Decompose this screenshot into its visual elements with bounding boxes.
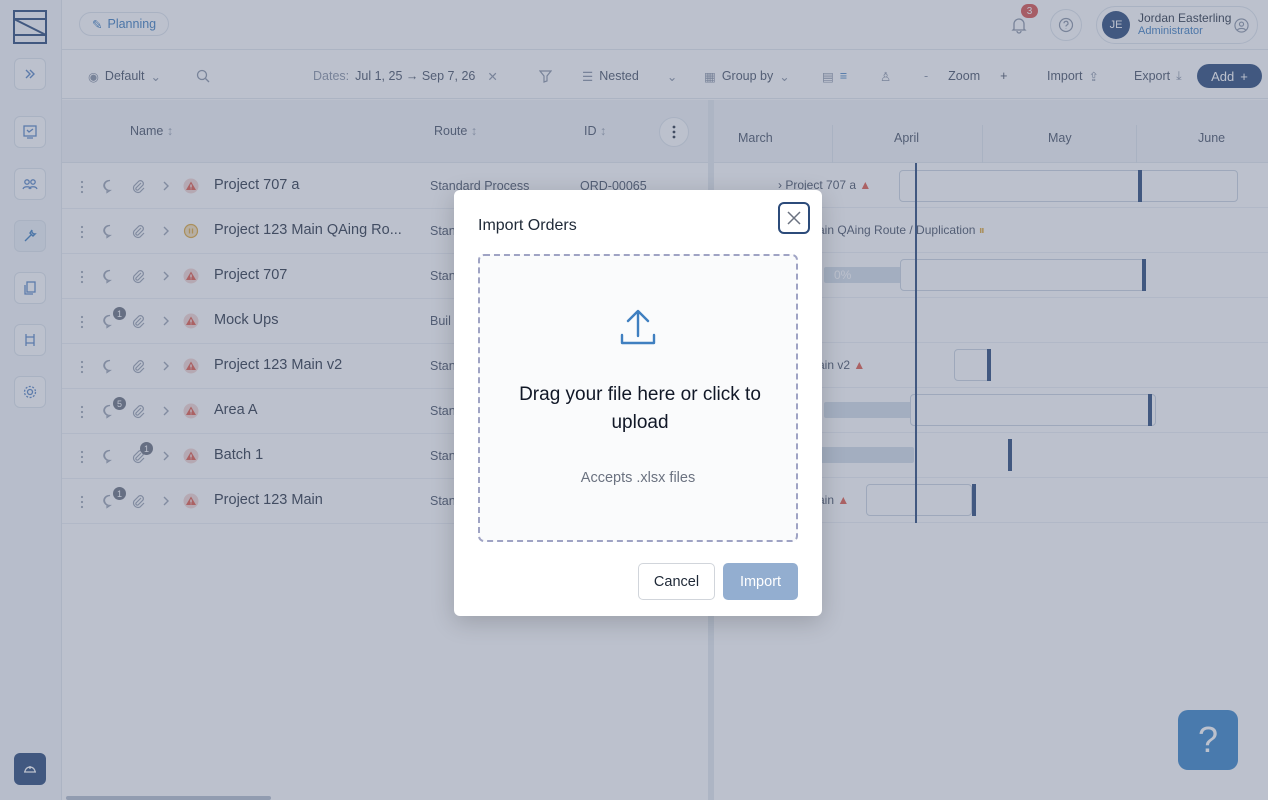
cancel-button[interactable]: Cancel — [638, 563, 715, 600]
dropzone-subtitle: Accepts .xlsx files — [580, 470, 696, 486]
close-button[interactable] — [778, 202, 810, 234]
upload-icon — [620, 309, 656, 345]
import-submit-button[interactable]: Import — [723, 563, 798, 600]
file-dropzone[interactable]: Drag your file here or click to upload A… — [478, 254, 798, 542]
dialog-title: Import Orders — [478, 217, 577, 234]
import-orders-dialog: Import Orders Drag your file here or cli… — [454, 190, 822, 616]
dropzone-title: Drag your file here or click to upload — [519, 384, 761, 433]
close-icon — [787, 211, 801, 225]
